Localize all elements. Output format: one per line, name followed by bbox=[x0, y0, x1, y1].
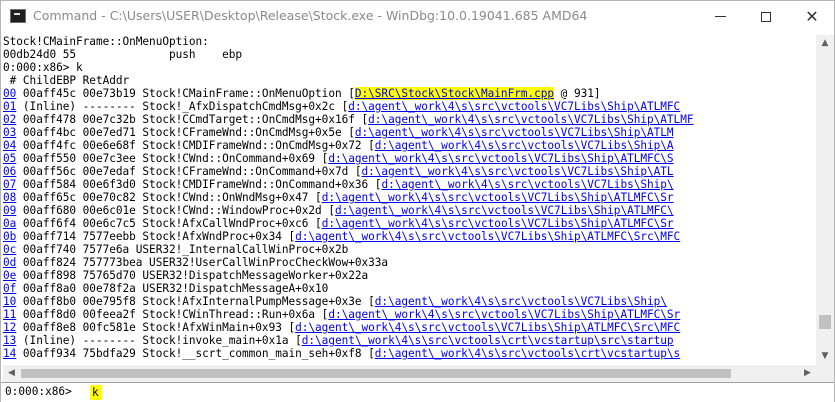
stack-frame-row: 0b 00aff714 7577eebb Stock!AfxWndProc+0x… bbox=[3, 230, 681, 243]
maximize-button[interactable] bbox=[743, 1, 789, 32]
source-file-link[interactable]: d:\agent\_work\4\s\src\vctools\crt\vcsta… bbox=[302, 334, 674, 347]
source-file-link[interactable]: d:\agent\_work\4\s\src\vctools\VC7Libs\S… bbox=[335, 204, 674, 217]
stack-frame-row: 04 00aff4fc 00e6e68f Stock!CMDIFrameWnd:… bbox=[3, 139, 674, 152]
frame-number-link[interactable]: 0e bbox=[3, 269, 16, 282]
stack-frame-row: 11 00aff8d0 00feea2f Stock!CWinThread::R… bbox=[3, 308, 681, 321]
output-line: 00db24d0 55 push ebp bbox=[3, 48, 243, 61]
vertical-scrollbar[interactable]: ▲ ▼ bbox=[816, 35, 834, 365]
output-line: Stock!CMainFrame::OnMenuOption: bbox=[3, 35, 209, 48]
source-file-link[interactable]: d:\agent\_work\4\s\src\vctools\VC7Libs\S… bbox=[355, 126, 674, 139]
frame-number-link[interactable]: 0c bbox=[3, 243, 16, 256]
vertical-scroll-thumb[interactable] bbox=[819, 315, 831, 329]
stack-frame-row: 01 (Inline) -------- Stock!_AfxDispatchC… bbox=[3, 100, 681, 113]
command-output-pane[interactable]: Stock!CMainFrame::OnMenuOption: 00db24d0 … bbox=[3, 35, 816, 365]
source-file-link[interactable]: d:\agent\_work\4\s\src\vctools\VC7Libs\S… bbox=[328, 308, 680, 321]
source-file-link[interactable]: d:\agent\_work\4\s\src\vctools\VC7Libs\S… bbox=[295, 321, 680, 334]
stack-frame-row: 0a 00aff6f4 00e6c7c5 Stock!AfxCallWndPro… bbox=[3, 217, 674, 230]
frame-number-link[interactable]: 04 bbox=[3, 139, 16, 152]
source-file-link[interactable]: d:\agent\_work\4\s\src\vctools\VC7Libs\S… bbox=[295, 230, 680, 243]
scroll-up-icon[interactable]: ▲ bbox=[816, 35, 834, 52]
frame-number-link[interactable]: 0f bbox=[3, 282, 16, 295]
source-file-link[interactable]: d:\agent\_work\4\s\src\vctools\VC7Libs\S… bbox=[362, 165, 674, 178]
command-bar: 0:000:x86> bbox=[1, 382, 834, 402]
frame-number-link[interactable]: 0d bbox=[3, 256, 16, 269]
frame-number-link[interactable]: 00 bbox=[3, 87, 16, 100]
close-button[interactable]: ✕ bbox=[789, 1, 835, 32]
window-title: Command - C:\Users\USER\Desktop\Release\… bbox=[33, 8, 588, 23]
frame-number-link[interactable]: 12 bbox=[3, 321, 16, 334]
frame-number-link[interactable]: 09 bbox=[3, 204, 16, 217]
stack-frame-row: 0c 00aff740 7577e6a USER32!_InternalCall… bbox=[3, 243, 349, 256]
source-file-link[interactable]: d:\agent\_work\4\s\src\vctools\VC7Libs\S… bbox=[348, 100, 680, 113]
output-line: 0:000:x86> k bbox=[3, 61, 83, 74]
frame-number-link[interactable]: 11 bbox=[3, 308, 16, 321]
frame-number-link[interactable]: 01 bbox=[3, 100, 16, 113]
frame-number-link[interactable]: 06 bbox=[3, 165, 16, 178]
frame-number-link[interactable]: 05 bbox=[3, 152, 16, 165]
stack-frame-row: 0e 00aff898 75765d70 USER32!DispatchMess… bbox=[3, 269, 369, 282]
stack-frame-row: 05 00aff550 00e7c3ee Stock!CWnd::OnComma… bbox=[3, 152, 674, 165]
source-file-link[interactable]: d:\agent\_work\4\s\src\vctools\VC7Libs\S… bbox=[368, 113, 693, 126]
windbg-command-window: Command - C:\Users\USER\Desktop\Release\… bbox=[0, 0, 835, 402]
horizontal-scrollbar[interactable]: ◀ ▶ bbox=[3, 365, 816, 382]
stack-frame-row: 06 00aff56c 00e7edaf Stock!CFrameWnd::On… bbox=[3, 165, 674, 178]
frame-number-link[interactable]: 03 bbox=[3, 126, 16, 139]
source-file-link[interactable]: d:\agent\_work\4\s\src\vctools\crt\vcsta… bbox=[375, 347, 680, 360]
frame-number-link[interactable]: 10 bbox=[3, 295, 16, 308]
stack-frame-row: 00 00aff45c 00e73b19 Stock!CMainFrame::O… bbox=[3, 87, 601, 100]
source-file-link[interactable]: D:\SRC\Stock\Stock\MainFrm.cpp bbox=[354, 87, 554, 100]
windbg-app-icon bbox=[10, 9, 26, 23]
stack-frame-row: 02 00aff478 00e7c32b Stock!CCmdTarget::O… bbox=[3, 113, 694, 126]
minimize-button[interactable] bbox=[697, 1, 743, 32]
stack-frame-row: 07 00aff584 00e6f3d0 Stock!CMDIFrameWnd:… bbox=[3, 178, 674, 191]
minimize-icon bbox=[714, 16, 726, 17]
stack-frame-row: 12 00aff8e8 00fc581e Stock!AfxWinMain+0x… bbox=[3, 321, 681, 334]
frame-number-link[interactable]: 13 bbox=[3, 334, 16, 347]
scroll-down-icon[interactable]: ▼ bbox=[816, 348, 834, 365]
frame-number-link[interactable]: 0b bbox=[3, 230, 16, 243]
frame-number-link[interactable]: 07 bbox=[3, 178, 16, 191]
output-line: # ChildEBP RetAddr bbox=[3, 74, 130, 87]
stack-frame-row: 0d 00aff824 757773bea USER32!UserCallWin… bbox=[3, 256, 389, 269]
command-input[interactable] bbox=[90, 384, 834, 400]
scrollbar-corner bbox=[816, 365, 834, 382]
source-file-link[interactable]: d:\agent\_work\4\s\src\vctools\VC7Libs\S… bbox=[322, 217, 674, 230]
frame-number-link[interactable]: 02 bbox=[3, 113, 16, 126]
source-file-link[interactable]: d:\agent\_work\4\s\src\vctools\VC7Libs\S… bbox=[328, 152, 673, 165]
stack-frame-row: 13 (Inline) -------- Stock!invoke_main+0… bbox=[3, 334, 674, 347]
scroll-right-icon[interactable]: ▶ bbox=[799, 365, 816, 382]
stack-frame-row: 10 00aff8b0 00e795f8 Stock!AfxInternalPu… bbox=[3, 295, 667, 308]
source-file-link[interactable]: d:\agent\_work\4\s\src\vctools\VC7Libs\S… bbox=[375, 295, 667, 308]
frame-number-link[interactable]: 14 bbox=[3, 347, 16, 360]
stack-frame-row: 03 00aff4bc 00e7ed71 Stock!CFrameWnd::On… bbox=[3, 126, 674, 139]
command-prompt: 0:000:x86> bbox=[5, 385, 72, 398]
source-file-link[interactable]: d:\agent\_work\4\s\src\vctools\VC7Libs\S… bbox=[375, 139, 674, 152]
scroll-left-icon[interactable]: ◀ bbox=[3, 365, 20, 382]
maximize-icon bbox=[761, 11, 771, 22]
stack-frame-row: 0f 00aff8a0 00e78f2a USER32!DispatchMess… bbox=[3, 282, 329, 295]
frame-number-link[interactable]: 08 bbox=[3, 191, 16, 204]
stack-frame-row: 08 00aff65c 00e70c82 Stock!CWnd::OnWndMs… bbox=[3, 191, 674, 204]
close-icon: ✕ bbox=[805, 7, 819, 26]
stack-frame-row: 14 00aff934 75bdfa29 Stock!__scrt_common… bbox=[3, 347, 681, 360]
source-file-link[interactable]: d:\agent\_work\4\s\src\vctools\VC7Libs\S… bbox=[322, 191, 674, 204]
horizontal-scroll-thumb[interactable] bbox=[21, 369, 731, 378]
title-bar[interactable]: Command - C:\Users\USER\Desktop\Release\… bbox=[1, 1, 834, 32]
source-file-link[interactable]: d:\agent\_work\4\s\src\vctools\VC7Libs\S… bbox=[381, 178, 673, 191]
frame-number-link[interactable]: 0a bbox=[3, 217, 16, 230]
stack-frame-row: 09 00aff680 00e6c01e Stock!CWnd::WindowP… bbox=[3, 204, 674, 217]
